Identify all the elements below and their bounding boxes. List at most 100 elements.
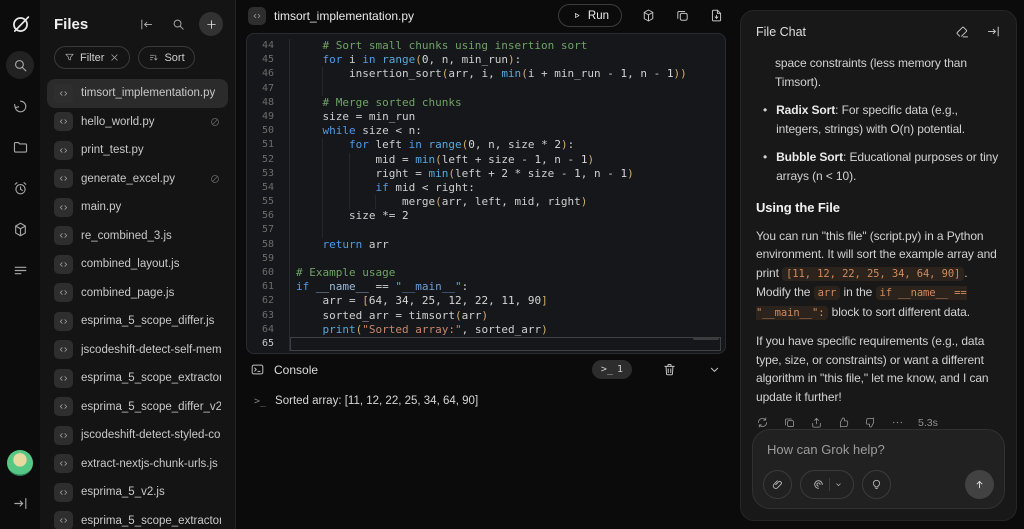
sort-chip[interactable]: Sort — [138, 46, 194, 69]
code-line[interactable]: 63 sorted_arr = timsort(arr) — [247, 309, 725, 323]
model-selector-button[interactable] — [800, 470, 854, 499]
code-line[interactable]: 49 size = min_run — [247, 110, 725, 124]
user-avatar[interactable] — [7, 450, 33, 476]
chat-bullet-item: •Bubble Sort: Educational purposes or ti… — [756, 148, 1001, 185]
file-row[interactable]: combined_page.js — [47, 279, 228, 308]
chat-input[interactable] — [765, 441, 992, 458]
code-line[interactable]: 65 — [247, 337, 725, 351]
open-file-tab[interactable]: timsort_implementation.py — [274, 9, 414, 23]
collapse-chat-icon[interactable] — [986, 24, 1001, 39]
code-line[interactable]: 57 — [247, 223, 725, 237]
line-number: 44 — [247, 39, 289, 53]
file-row[interactable]: jscodeshift-detect-self-memoize — [47, 336, 228, 365]
send-button[interactable] — [965, 470, 994, 499]
code-editor[interactable]: 44 # Sort small chunks using insertion s… — [246, 33, 726, 354]
projects-cube-icon[interactable] — [6, 215, 34, 243]
clear-console-trash-icon[interactable] — [662, 362, 677, 377]
horizontal-scrollbar[interactable] — [693, 337, 719, 340]
search-icon[interactable] — [6, 51, 34, 79]
code-line[interactable]: 54 if mid < right: — [247, 181, 725, 195]
filter-chip[interactable]: Filter — [54, 46, 130, 69]
code-file-icon — [54, 511, 73, 529]
code-line[interactable]: 64 print("Sorted array:", sorted_arr) — [247, 323, 725, 337]
file-row[interactable]: main.py — [47, 193, 228, 222]
add-file-button[interactable] — [199, 12, 223, 36]
think-mode-button[interactable] — [862, 470, 891, 499]
file-row[interactable]: re_combined_3.js — [47, 222, 228, 251]
galaxy-icon — [812, 478, 825, 491]
file-row[interactable]: jscodeshift-detect-styled-compo — [47, 421, 228, 450]
code-line[interactable]: 45 for i in range(0, n, min_run): — [247, 53, 725, 67]
line-number: 54 — [247, 181, 289, 195]
file-row[interactable]: esprima_5_scope_differ.js — [47, 307, 228, 336]
collapse-sidebar-icon[interactable] — [135, 13, 157, 35]
file-row[interactable]: generate_excel.py — [47, 165, 228, 194]
run-button[interactable]: Run — [558, 4, 622, 27]
code-line[interactable]: 46 insertion_sort(arr, i, min(i + min_ru… — [247, 67, 725, 81]
lists-icon[interactable] — [6, 256, 34, 284]
code-line[interactable]: 56 size *= 2 — [247, 209, 725, 223]
code-line[interactable]: 62 arr = [64, 34, 25, 12, 22, 11, 90] — [247, 294, 725, 308]
file-name: esprima_5_scope_differ_v2.js — [81, 401, 221, 413]
save-file-icon[interactable] — [709, 8, 724, 23]
editor-header: timsort_implementation.py Run — [236, 0, 736, 31]
code-line[interactable]: 50 while size < n: — [247, 124, 725, 138]
copy-icon[interactable] — [783, 416, 796, 429]
file-row[interactable]: combined_layout.js — [47, 250, 228, 279]
chat-section-heading: Using the File — [756, 199, 1001, 218]
file-row[interactable]: hello_world.py — [47, 108, 228, 137]
file-row[interactable]: esprima_5_scope_extractor_v2.js — [47, 364, 228, 393]
thumbs-up-icon[interactable] — [837, 416, 850, 429]
file-name: generate_excel.py — [81, 173, 201, 185]
eraser-icon[interactable] — [955, 24, 970, 39]
files-title: Files — [54, 16, 125, 33]
line-number: 59 — [247, 252, 289, 266]
chevron-down-icon — [834, 480, 843, 489]
file-row[interactable]: extract-nextjs-chunk-urls.js — [47, 450, 228, 479]
code-file-icon — [54, 198, 73, 217]
file-name: esprima_5_scope_extractor_v2.js — [81, 372, 221, 384]
funnel-icon — [64, 52, 75, 63]
search-files-icon[interactable] — [167, 13, 189, 35]
code-line[interactable]: 58 return arr — [247, 238, 725, 252]
history-icon[interactable] — [6, 92, 34, 120]
file-row[interactable]: esprima_5_scope_extractor.js — [47, 507, 228, 529]
attach-file-button[interactable] — [763, 470, 792, 499]
file-row[interactable]: esprima_5_v2.js — [47, 478, 228, 507]
prompt-glyph: >_ — [601, 364, 613, 375]
expand-panel-icon[interactable] — [6, 489, 34, 517]
code-line[interactable]: 44 # Sort small chunks using insertion s… — [247, 39, 725, 53]
code-line[interactable]: 53 right = min(left + 2 * size - 1, n - … — [247, 167, 725, 181]
file-name: main.py — [81, 201, 221, 213]
code-line[interactable]: 59 — [247, 252, 725, 266]
arrow-up-icon — [973, 478, 986, 491]
copy-icon[interactable] — [675, 8, 690, 23]
file-name: combined_page.js — [81, 287, 221, 299]
regenerate-icon[interactable] — [756, 416, 769, 429]
grok-logo-icon — [6, 10, 34, 38]
file-row[interactable]: print_test.py — [47, 136, 228, 165]
line-number: 49 — [247, 110, 289, 124]
code-line[interactable]: 61if __name__ == "__main__": — [247, 280, 725, 294]
tasks-clock-icon[interactable] — [6, 174, 34, 202]
thumbs-down-icon[interactable] — [864, 416, 877, 429]
code-line[interactable]: 60# Example usage — [247, 266, 725, 280]
line-number: 46 — [247, 67, 289, 81]
code-line[interactable]: 52 mid = min(left + size - 1, n - 1) — [247, 153, 725, 167]
slashed-circle-icon — [209, 116, 221, 128]
code-line[interactable]: 48 # Merge sorted chunks — [247, 96, 725, 110]
line-number: 58 — [247, 238, 289, 252]
code-line[interactable]: 47 — [247, 82, 725, 96]
package-cube-icon[interactable] — [641, 8, 656, 23]
folder-icon[interactable] — [6, 133, 34, 161]
run-button-label: Run — [588, 10, 609, 22]
lightbulb-icon — [870, 478, 883, 491]
file-row[interactable]: timsort_implementation.py — [47, 79, 228, 108]
file-row[interactable]: esprima_5_scope_differ_v2.js — [47, 393, 228, 422]
code-line[interactable]: 55 merge(arr, left, mid, right) — [247, 195, 725, 209]
more-options-icon[interactable] — [891, 416, 904, 429]
line-number: 48 — [247, 96, 289, 110]
share-icon[interactable] — [810, 416, 823, 429]
code-line[interactable]: 51 for left in range(0, n, size * 2): — [247, 138, 725, 152]
collapse-console-chevron-icon[interactable] — [707, 362, 722, 377]
